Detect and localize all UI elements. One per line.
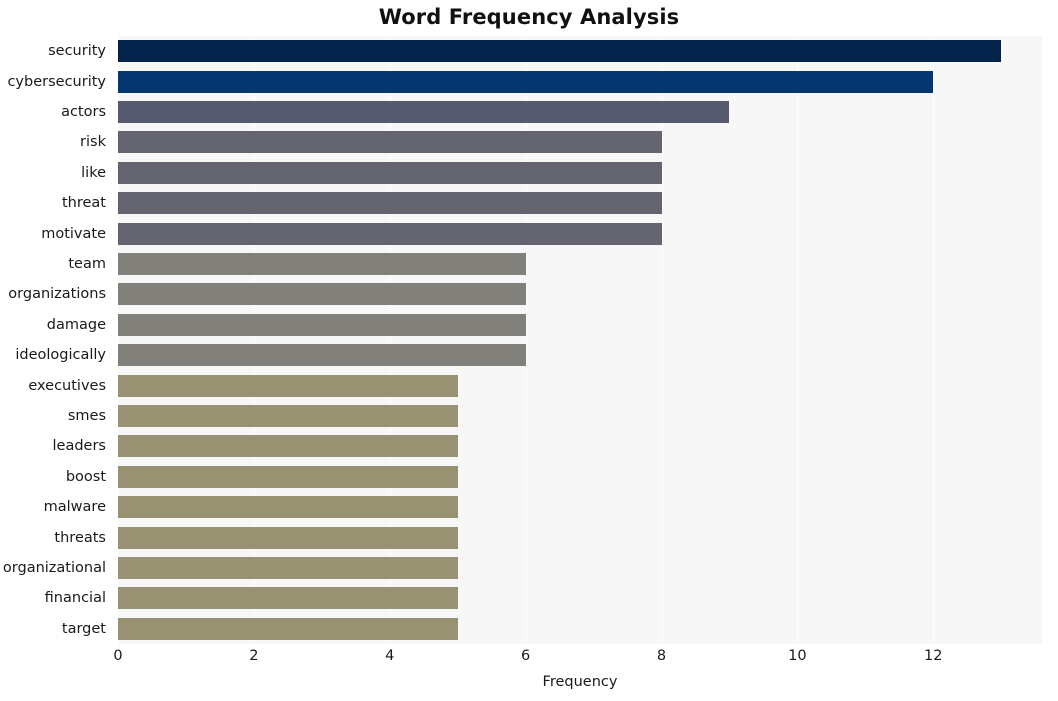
y-axis-tick-label: team (68, 256, 106, 272)
bar (118, 283, 526, 306)
bar (118, 313, 526, 336)
y-axis-tick-label: risk (80, 134, 106, 151)
x-axis-tick-label: 12 (924, 648, 943, 664)
y-axis-tick-label: security (48, 43, 106, 60)
x-axis-tick-label: 4 (385, 648, 395, 664)
x-axis-tick-labels: 0 2 4 6 8 10 12 (0, 648, 1058, 670)
bar (118, 526, 458, 549)
y-axis-tick-label: like (81, 164, 106, 181)
bar (118, 101, 730, 123)
x-axis-tick-label: 6 (521, 648, 531, 664)
x-axis-tick-label: 2 (249, 648, 259, 664)
bar (118, 617, 458, 640)
bar (118, 70, 934, 93)
chart-figure: Word Frequency Analysis security cybersec… (0, 0, 1058, 701)
y-axis-tick-label: executives (28, 377, 106, 394)
bar (118, 131, 662, 154)
bar (118, 496, 458, 519)
y-axis-tick-label: damage (46, 316, 106, 333)
bar-series (118, 36, 1042, 644)
plot-area (118, 36, 1042, 644)
y-axis-tick-label: financial (44, 590, 106, 607)
y-axis-tick-label: boost (65, 468, 106, 485)
y-axis-tick-label: organizations (8, 286, 106, 303)
x-axis-tick-label: 0 (113, 648, 123, 664)
bar (118, 192, 662, 215)
x-axis-tick-label: 8 (656, 648, 667, 664)
bar (118, 435, 458, 458)
bar (118, 222, 662, 245)
y-axis-tick-label: smes (67, 408, 106, 424)
bar (118, 161, 662, 184)
y-axis-tick-label: leaders (52, 438, 106, 455)
bar (118, 374, 458, 397)
y-axis-tick-label: threats (54, 529, 106, 546)
bar (118, 253, 526, 275)
y-axis-tick-label: threat (61, 195, 106, 212)
y-axis-tick-label: actors (61, 104, 106, 120)
y-axis-tick-label: target (61, 620, 106, 637)
y-axis-tick-labels: security cybersecurity actors risk like threa… (0, 36, 112, 644)
page-title: Word Frequency Analysis (378, 5, 680, 29)
x-axis-label: Frequency (542, 674, 618, 690)
bar (118, 557, 458, 579)
bar (118, 405, 458, 427)
bar (118, 40, 1002, 63)
y-axis-tick-label: cybersecurity (7, 73, 106, 90)
y-axis-tick-label: malware (43, 499, 106, 516)
bar (118, 465, 458, 488)
x-axis-tick-label: 10 (788, 648, 807, 664)
y-axis-tick-label: motivate (41, 225, 106, 242)
y-axis-tick-label: ideologically (15, 347, 106, 364)
bar (118, 344, 526, 367)
y-axis-tick-label: organizational (2, 560, 106, 576)
bar (118, 587, 458, 610)
